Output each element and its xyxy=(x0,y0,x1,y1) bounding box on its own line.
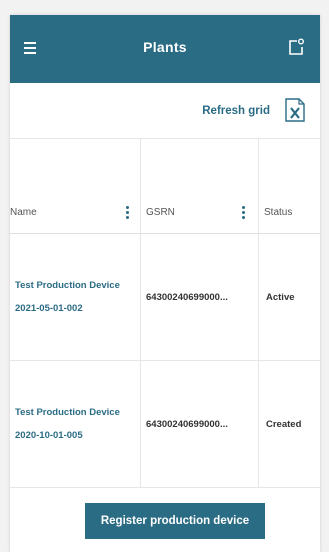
excel-export-icon[interactable] xyxy=(284,98,306,122)
device-name-link[interactable]: Test Production Device 2020-10-01-005 xyxy=(10,401,120,447)
cell-gsrn: 64300240699000... xyxy=(141,234,259,360)
column-menu-icon[interactable] xyxy=(242,206,246,221)
cell-status: Active xyxy=(259,234,320,360)
page-title: Plants xyxy=(143,39,187,55)
cell-status: Created xyxy=(259,361,320,487)
cell-name: Test Production Device 2021-05-01-002 xyxy=(10,234,141,360)
plants-panel: Plants Refresh grid Name GSRN Status Tes… xyxy=(10,15,320,552)
column-header-name[interactable]: Name xyxy=(10,139,141,233)
device-name-link[interactable]: Test Production Device 2021-05-01-002 xyxy=(10,274,120,320)
status-value: Active xyxy=(266,291,295,303)
status-value: Created xyxy=(266,418,302,430)
grid-header-row: Name GSRN Status xyxy=(10,139,320,234)
column-header-label: GSRN xyxy=(146,207,175,218)
gsrn-value: 64300240699000... xyxy=(146,291,228,303)
open-in-new-window-icon[interactable] xyxy=(286,37,306,57)
table-row[interactable]: Test Production Device 2021-05-01-002 64… xyxy=(10,234,320,361)
column-header-gsrn[interactable]: GSRN xyxy=(141,139,259,233)
panel-header: Plants xyxy=(10,15,320,83)
grid-toolbar: Refresh grid xyxy=(10,83,320,138)
register-production-device-button[interactable]: Register production device xyxy=(85,503,265,539)
column-header-status[interactable]: Status xyxy=(259,139,320,233)
table-row[interactable]: Test Production Device 2020-10-01-005 64… xyxy=(10,361,320,488)
cell-gsrn: 64300240699000... xyxy=(141,361,259,487)
cell-name: Test Production Device 2020-10-01-005 xyxy=(10,361,141,487)
refresh-grid-button[interactable]: Refresh grid xyxy=(202,105,270,117)
column-menu-icon[interactable] xyxy=(126,206,130,221)
gsrn-value: 64300240699000... xyxy=(146,418,228,430)
column-header-label: Name xyxy=(10,207,37,218)
plants-grid: Name GSRN Status Test Production Device … xyxy=(10,138,320,488)
column-header-label: Status xyxy=(264,207,293,218)
